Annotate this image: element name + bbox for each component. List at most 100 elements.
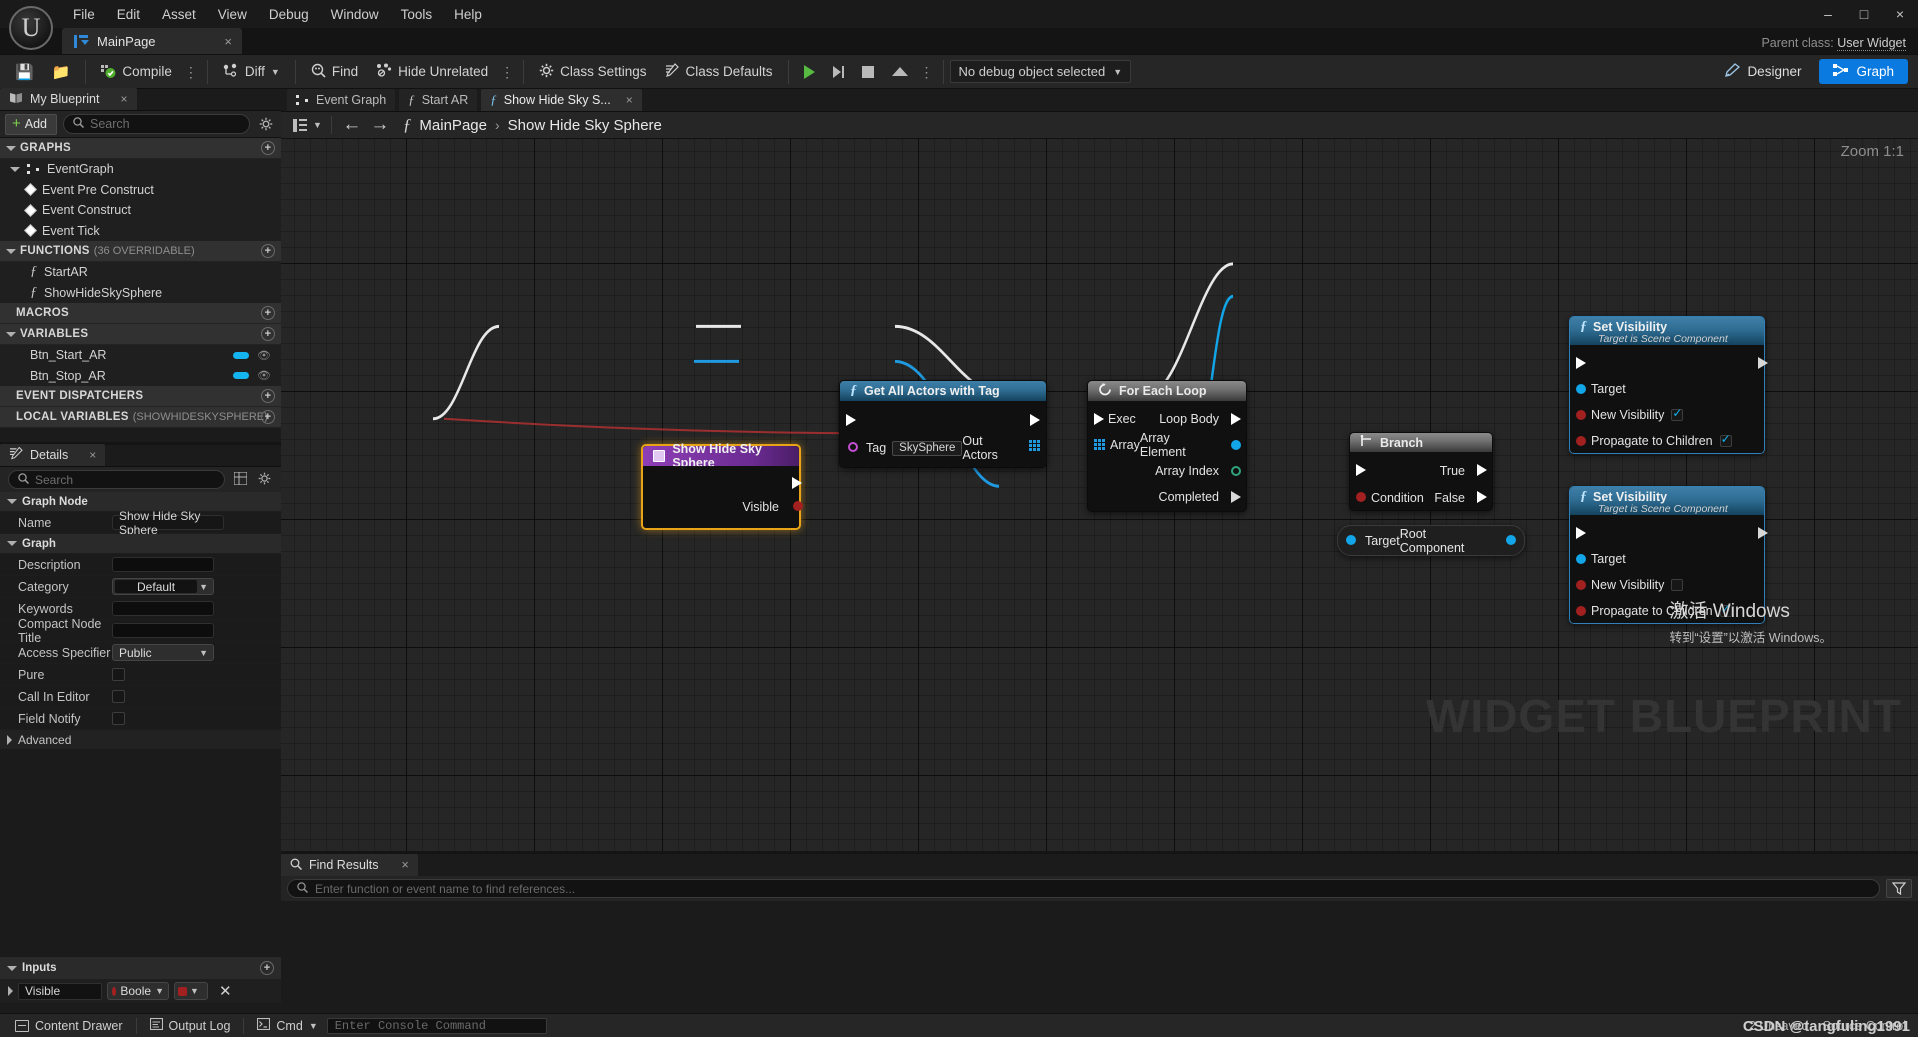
- propagate-checkbox[interactable]: [1719, 432, 1732, 447]
- add-input-button[interactable]: +: [260, 961, 274, 975]
- hide-unrelated-button[interactable]: Hide Unrelated: [367, 57, 497, 86]
- close-icon[interactable]: ×: [401, 858, 408, 872]
- details-search-input[interactable]: Search: [8, 470, 225, 489]
- node-set-visibility-true[interactable]: ƒ Set Visibility Target is Scene Compone…: [1569, 316, 1768, 454]
- exec-in-pin[interactable]: [1356, 464, 1366, 476]
- close-icon[interactable]: ×: [120, 92, 127, 106]
- output-log-button[interactable]: Output Log: [141, 1016, 240, 1036]
- save-button[interactable]: 💾: [6, 57, 43, 86]
- details-inputs-section[interactable]: Inputs +: [0, 957, 281, 979]
- exec-in-pin[interactable]: [1094, 413, 1104, 425]
- navigate-forward-button[interactable]: →: [369, 114, 391, 135]
- section-variables[interactable]: VARIABLES +: [0, 324, 281, 345]
- menu-edit[interactable]: Edit: [106, 4, 151, 25]
- node-get-all-actors-with-tag[interactable]: ƒ Get All Actors with Tag Tag SkySphere: [839, 380, 1047, 468]
- category-combo[interactable]: Default ▼: [112, 578, 214, 595]
- class-defaults-button[interactable]: Class Defaults: [655, 57, 781, 86]
- new-visibility-checkbox[interactable]: [1671, 579, 1684, 591]
- exec-out-pin[interactable]: [792, 477, 802, 489]
- new-visibility-checkbox[interactable]: [1671, 406, 1684, 421]
- menu-window[interactable]: Window: [320, 4, 390, 25]
- blueprint-canvas[interactable]: Zoom 1:1 WIDGET BLUEPRINT Show Hide Sky …: [281, 139, 1918, 851]
- console-command-input[interactable]: Enter Console Command: [326, 1017, 547, 1034]
- find-button[interactable]: Find: [302, 57, 367, 86]
- add-local-variable-button[interactable]: +: [261, 410, 275, 424]
- navigate-back-button[interactable]: ←: [341, 114, 363, 135]
- diff-button[interactable]: Diff ▼: [214, 57, 289, 86]
- new-visibility-in-pin[interactable]: [1576, 580, 1586, 590]
- keywords-field[interactable]: [112, 601, 214, 616]
- compile-options-icon[interactable]: ⋮: [181, 65, 201, 79]
- details-value-name[interactable]: Show Hide Sky Sphere: [112, 509, 281, 537]
- chevron-down-icon[interactable]: [10, 166, 20, 172]
- find-results-search-input[interactable]: Enter function or event name to find ref…: [287, 879, 1880, 898]
- exec-in-pin[interactable]: [1576, 357, 1586, 369]
- details-advanced-row[interactable]: Advanced: [0, 730, 281, 750]
- array-out-pin[interactable]: [1029, 440, 1040, 451]
- input-pin-container-combo[interactable]: ▼: [174, 982, 208, 1000]
- compact-node-title-field[interactable]: [112, 623, 214, 638]
- name-field[interactable]: Show Hide Sky Sphere: [112, 509, 224, 537]
- maximize-button[interactable]: □: [1846, 0, 1882, 28]
- tree-item-btn-start-ar[interactable]: Btn_Start_AR 👁: [0, 345, 281, 366]
- add-graph-button[interactable]: +: [261, 141, 275, 155]
- cmd-button[interactable]: Cmd ▼: [248, 1016, 326, 1036]
- my-blueprint-search-input[interactable]: Search: [63, 114, 250, 134]
- target-in-pin[interactable]: [1346, 535, 1356, 545]
- target-in-pin[interactable]: [1576, 384, 1586, 394]
- debug-object-select[interactable]: No debug object selected ▼: [949, 60, 1132, 83]
- tab-show-hide-sky-sphere[interactable]: ƒ Show Hide Sky S... ×: [481, 89, 642, 111]
- details-grid-view-icon[interactable]: [232, 470, 249, 488]
- input-pin-name-field[interactable]: Visible: [18, 982, 102, 1000]
- propagate-in-pin[interactable]: [1576, 436, 1586, 446]
- play-options-icon[interactable]: ⋮: [917, 65, 937, 79]
- add-event-dispatcher-button[interactable]: +: [261, 389, 275, 403]
- add-function-button[interactable]: +: [261, 244, 275, 258]
- access-specifier-combo[interactable]: Public ▼: [112, 644, 214, 661]
- add-button[interactable]: + Add: [5, 113, 58, 135]
- tree-item-event-construct[interactable]: Event Construct: [0, 200, 281, 221]
- tree-item-event-tick[interactable]: Event Tick: [0, 220, 281, 241]
- input-pin-type-combo[interactable]: Boole ▼: [107, 982, 169, 1000]
- tree-item-event-pre-construct[interactable]: Event Pre Construct: [0, 179, 281, 200]
- add-macro-button[interactable]: +: [261, 306, 275, 320]
- breadcrumb-function[interactable]: Show Hide Sky Sphere: [508, 117, 662, 134]
- find-results-filter-button[interactable]: [1886, 879, 1912, 898]
- eject-button[interactable]: [883, 57, 917, 86]
- browse-button[interactable]: 📁: [43, 57, 80, 86]
- details-section-graph[interactable]: Graph: [0, 534, 281, 554]
- exec-in-pin[interactable]: [846, 414, 856, 426]
- section-macros[interactable]: MACROS +: [0, 303, 281, 324]
- close-icon[interactable]: ×: [204, 34, 232, 49]
- pure-checkbox[interactable]: [112, 668, 125, 681]
- exec-out-pin[interactable]: [1030, 414, 1040, 426]
- tag-value-field[interactable]: SkySphere: [892, 440, 963, 456]
- tree-item-startar[interactable]: ƒ StartAR: [0, 262, 281, 283]
- chevron-right-icon[interactable]: [8, 986, 13, 996]
- designer-mode-button[interactable]: Designer: [1710, 59, 1815, 84]
- exec-out-false-pin[interactable]: [1477, 491, 1487, 503]
- menu-asset[interactable]: Asset: [151, 4, 207, 25]
- close-icon[interactable]: ×: [626, 93, 633, 107]
- menu-debug[interactable]: Debug: [258, 4, 320, 25]
- array-element-out-pin[interactable]: [1231, 440, 1241, 450]
- compile-button[interactable]: Compile: [92, 57, 181, 86]
- breadcrumb-mainpage[interactable]: MainPage: [419, 117, 487, 134]
- description-field[interactable]: [112, 557, 214, 572]
- section-graphs[interactable]: GRAPHS +: [0, 138, 281, 159]
- tree-item-showhideskysphere[interactable]: ƒ ShowHideSkySphere: [0, 282, 281, 303]
- node-for-each-loop[interactable]: For Each Loop Exec Loop Body Array Array…: [1087, 380, 1247, 512]
- eye-icon[interactable]: 👁: [257, 349, 275, 362]
- close-icon[interactable]: ×: [89, 448, 96, 462]
- section-event-dispatchers[interactable]: EVENT DISPATCHERS +: [0, 386, 281, 407]
- field-notify-checkbox[interactable]: [112, 712, 125, 725]
- play-button[interactable]: [795, 57, 824, 86]
- class-settings-button[interactable]: Class Settings: [530, 57, 655, 86]
- tab-details[interactable]: Details ×: [0, 444, 106, 466]
- exec-out-pin[interactable]: [1758, 357, 1768, 369]
- parent-class-value[interactable]: User Widget: [1837, 36, 1906, 51]
- close-button[interactable]: ×: [1882, 0, 1918, 28]
- tree-item-eventgraph[interactable]: EventGraph: [0, 159, 281, 180]
- call-in-editor-checkbox[interactable]: [112, 690, 125, 703]
- tab-my-blueprint[interactable]: My Blueprint ×: [0, 88, 137, 110]
